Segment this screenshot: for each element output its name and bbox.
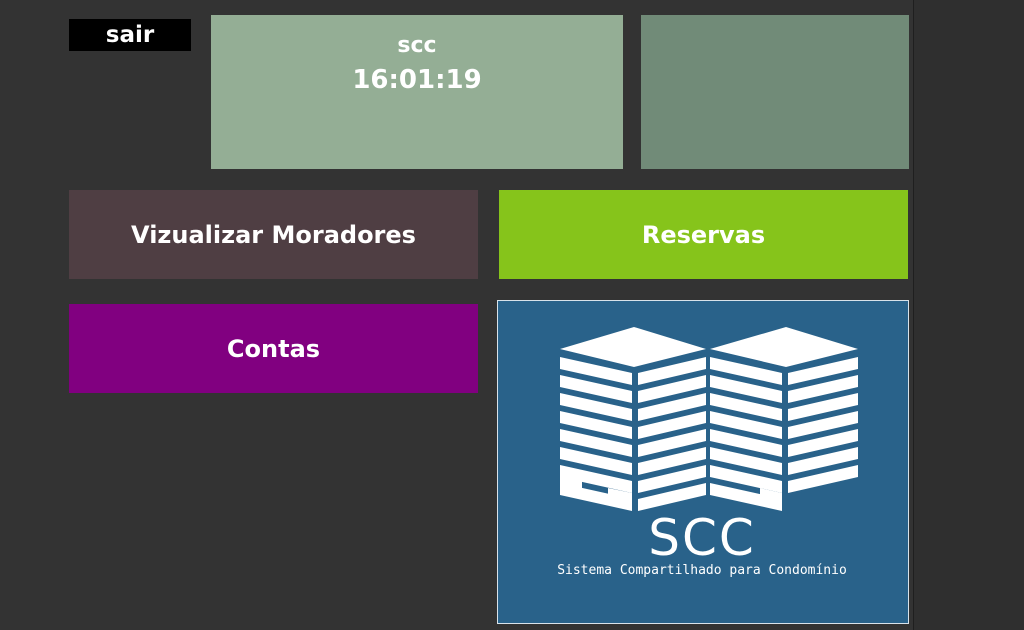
view-residents-button[interactable]: Vizualizar Moradores [69, 190, 478, 279]
logout-button[interactable]: sair [69, 19, 191, 51]
clock-time: 16:01:19 [352, 65, 482, 95]
accounts-button[interactable]: Contas [69, 304, 478, 393]
clock-tile: scc 16:01:19 [211, 15, 623, 169]
reservations-button[interactable]: Reservas [499, 190, 908, 279]
buildings-logo-icon: SCC Sistema Compartilhado para Condomíni… [557, 327, 858, 578]
logo-subtitle: Sistema Compartilhado para Condomínio [557, 563, 847, 578]
app-name: scc [397, 33, 437, 58]
right-panel [913, 0, 1024, 630]
scc-logo-tile: SCC Sistema Compartilhado para Condomíni… [497, 300, 909, 624]
logo-title: SCC [648, 509, 756, 567]
info-tile [641, 15, 909, 169]
